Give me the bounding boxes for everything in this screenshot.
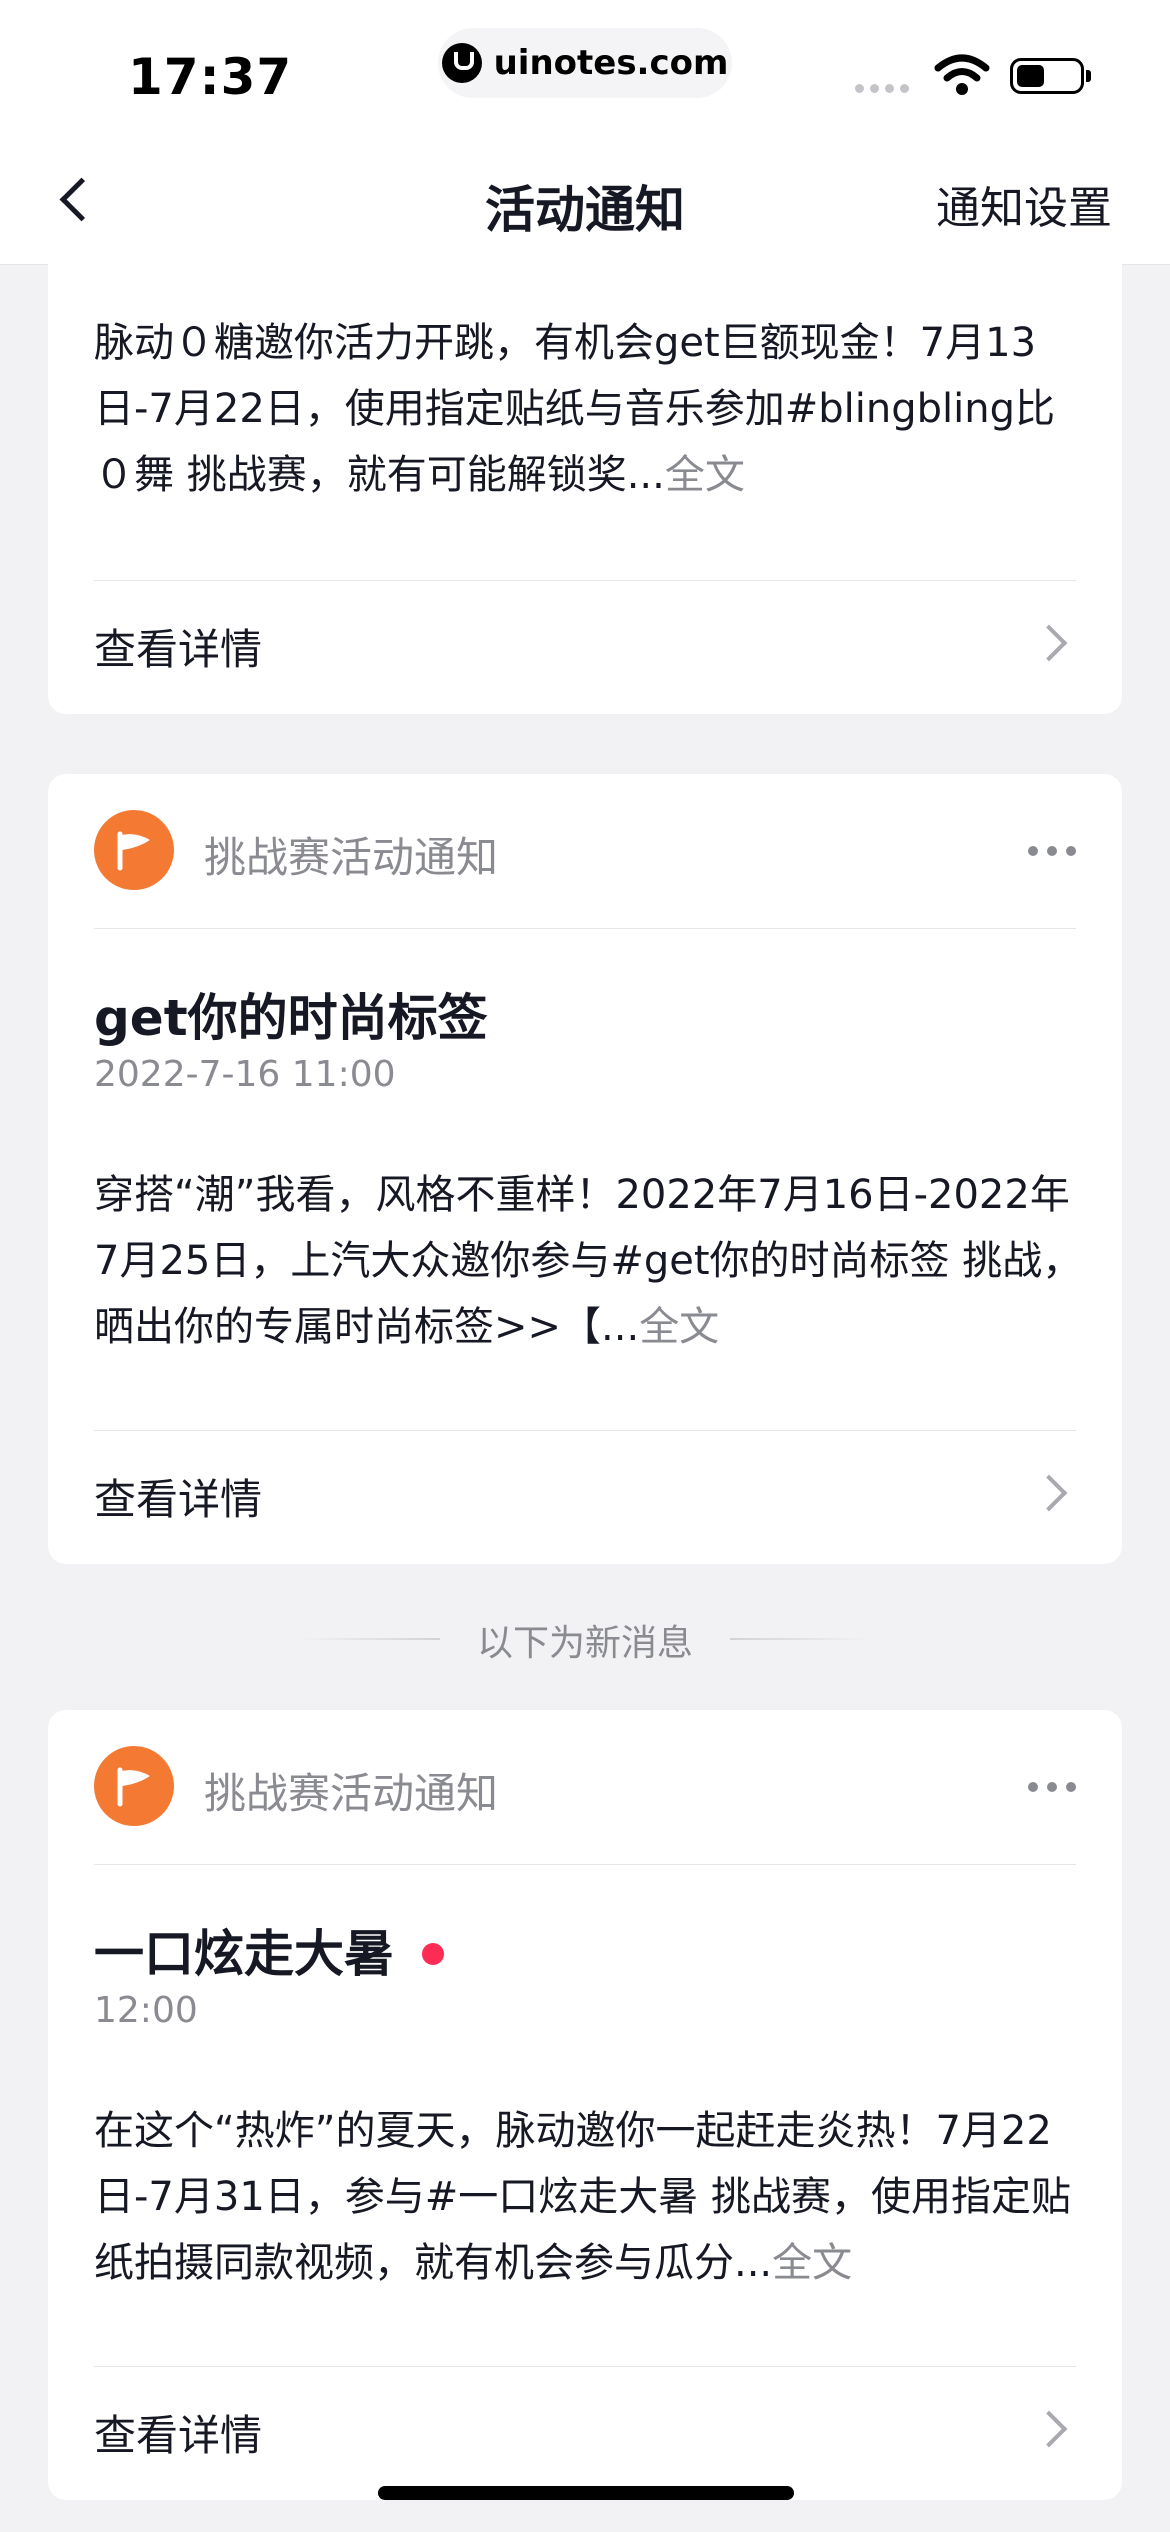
url-pill[interactable]: uinotes.com [438, 28, 732, 98]
cellular-signal-icon [855, 84, 909, 93]
new-messages-divider: 以下为新消息 [0, 1610, 1170, 1670]
status-bar: 17:37 uinotes.com [0, 0, 1170, 140]
url-text: uinotes.com [493, 43, 729, 83]
more-dots-icon[interactable] [1016, 1772, 1076, 1802]
notification-body: 穿搭“潮”我看，风格不重样！2022年7月16日-2022年7月25日，上汽大众… [94, 1172, 1083, 1350]
battery-level [1017, 65, 1044, 87]
full-text-link[interactable]: 全文 [639, 1304, 719, 1350]
sender-name: 挑战赛活动通知 [204, 833, 499, 882]
more-dots-icon[interactable] [1016, 836, 1076, 866]
notification-title: get你的时尚标签 [94, 989, 488, 1047]
divider [94, 1430, 1076, 1431]
site-logo-icon [441, 43, 482, 83]
notification-date: 12:00 [94, 1990, 198, 2031]
card-header: 挑战赛活动通知 [94, 810, 1076, 890]
divider [94, 928, 1076, 929]
unread-dot [422, 1942, 444, 1965]
flag-icon [94, 810, 174, 890]
home-indicator[interactable] [378, 2486, 794, 2500]
battery-icon [1010, 58, 1084, 94]
divider [94, 1864, 1076, 1865]
notification-body: 在这个“热炸”的夏天，脉动邀你一起赶走炎热！7月22日-7月31日，参与#一口炫… [94, 2108, 1072, 2286]
chevron-right-icon [1030, 1474, 1068, 1512]
chevron-right-icon [1030, 2410, 1068, 2448]
notification-title: 一口炫走大暑 [94, 1914, 444, 1986]
view-details-label: 查看详情 [94, 1475, 263, 1524]
divider-line-right [730, 1638, 870, 1640]
card-header: 挑战赛活动通知 [94, 1746, 1076, 1826]
wifi-icon [934, 54, 990, 95]
notification-card: 脉动０糖邀你活力开跳，有机会get巨额现金！7月13日-7月22日，使用指定贴纸… [48, 240, 1122, 714]
divider [94, 2366, 1076, 2367]
battery-cap [1086, 70, 1091, 82]
full-text-link[interactable]: 全文 [665, 452, 745, 498]
notification-body: 脉动０糖邀你活力开跳，有机会get巨额现金！7月13日-7月22日，使用指定贴纸… [94, 320, 1056, 498]
view-details-row[interactable]: 查看详情 [94, 1450, 1076, 1540]
notification-card: 挑战赛活动通知 get你的时尚标签 2022-7-16 11:00 穿搭“潮”我… [48, 774, 1122, 1564]
notification-card: 挑战赛活动通知 一口炫走大暑 12:00 在这个“热炸”的夏天，脉动邀你一起赶走… [48, 1710, 1122, 2500]
view-details-label: 查看详情 [94, 625, 263, 674]
sender-name: 挑战赛活动通知 [204, 1769, 499, 1818]
new-messages-label: 以下为新消息 [476, 1623, 693, 1664]
view-details-row[interactable]: 查看详情 [94, 2386, 1076, 2476]
full-text-link[interactable]: 全文 [772, 2240, 852, 2286]
view-details-row[interactable]: 查看详情 [94, 600, 1076, 690]
notification-date: 2022-7-16 11:00 [94, 1054, 396, 1095]
chevron-right-icon [1030, 624, 1068, 662]
status-time: 17:37 [128, 48, 293, 106]
divider [94, 580, 1076, 581]
notification-settings-button[interactable]: 通知设置 [936, 172, 1112, 236]
view-details-label: 查看详情 [94, 2411, 263, 2460]
flag-icon [94, 1746, 174, 1826]
